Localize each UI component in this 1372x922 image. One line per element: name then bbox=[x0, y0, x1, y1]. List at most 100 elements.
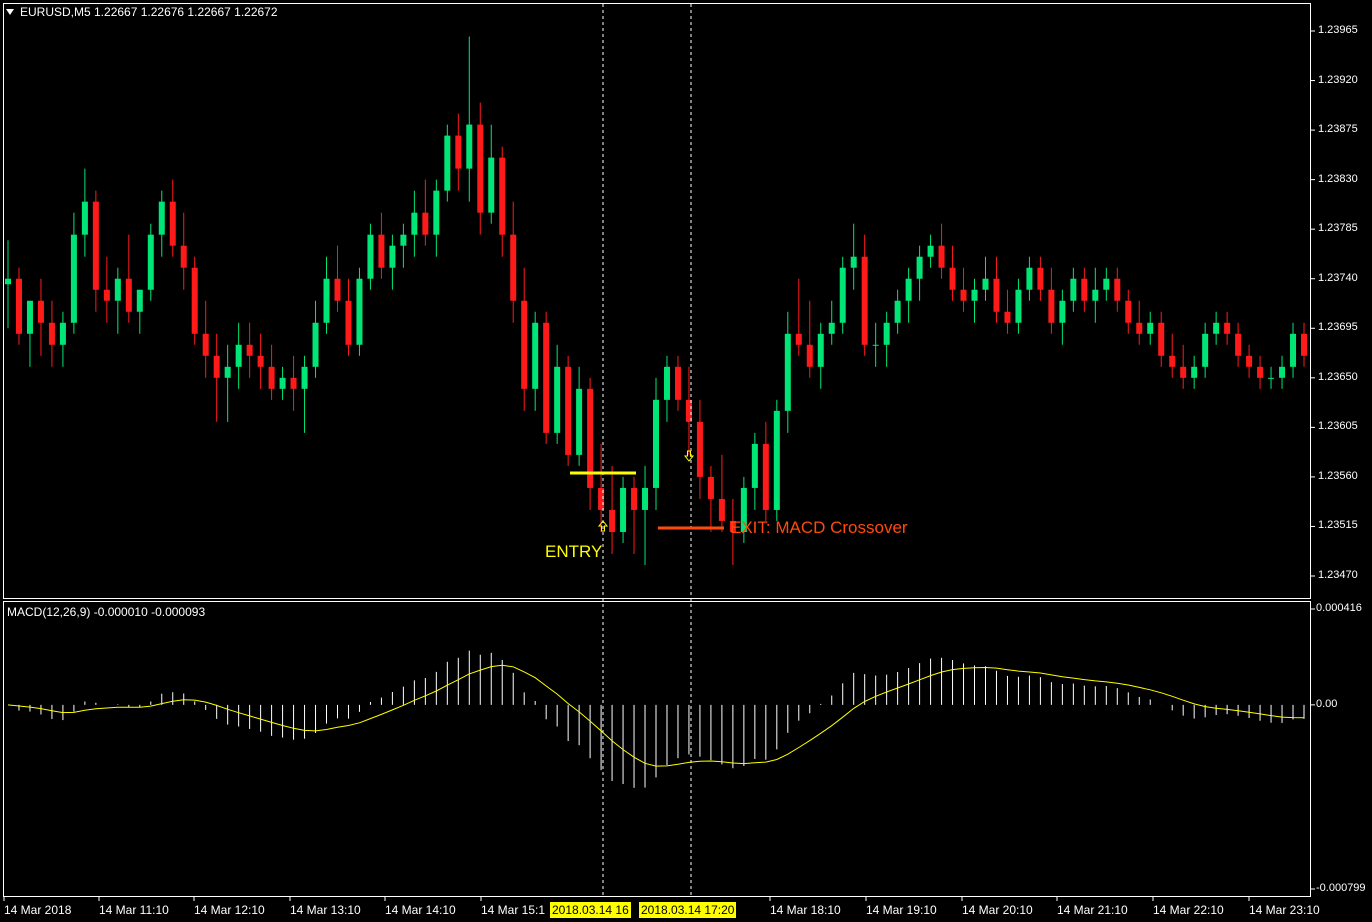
candle-body bbox=[1213, 322, 1220, 334]
candle-body bbox=[411, 212, 418, 235]
candle-body bbox=[707, 476, 714, 499]
candle-body bbox=[345, 300, 352, 345]
candle-body bbox=[532, 322, 539, 389]
candle-body bbox=[806, 344, 813, 367]
price-tick-label: 1.23740 bbox=[1318, 271, 1358, 284]
candle-body bbox=[246, 344, 253, 356]
price-tick-label: 1.23560 bbox=[1318, 469, 1358, 482]
candle-body bbox=[290, 377, 297, 389]
time-tick-label: 14 Mar 14:10 bbox=[385, 903, 456, 917]
candle-body bbox=[642, 487, 649, 510]
candle-body bbox=[356, 278, 363, 345]
candle-body bbox=[48, 322, 55, 345]
candle-body bbox=[191, 267, 198, 334]
candle-body bbox=[1235, 333, 1242, 356]
time-tick-label: 14 Mar 23:10 bbox=[1249, 903, 1320, 917]
candle-body bbox=[125, 278, 132, 312]
macd-title: MACD(12,26,9) -0.000010 -0.000093 bbox=[7, 605, 206, 619]
time-tick-label: 14 Mar 12:10 bbox=[194, 903, 265, 917]
candle-body bbox=[235, 344, 242, 367]
candle-body bbox=[455, 135, 462, 169]
time-tick-label: 14 Mar 20:10 bbox=[962, 903, 1033, 917]
candle-body bbox=[114, 278, 121, 301]
candle-body bbox=[268, 366, 275, 389]
candle-body bbox=[817, 333, 824, 367]
price-tick-label: 1.23470 bbox=[1318, 569, 1358, 581]
candle-body bbox=[993, 278, 1000, 312]
candle-body bbox=[663, 366, 670, 400]
candle-body bbox=[905, 278, 912, 301]
candle-body bbox=[1070, 278, 1077, 301]
time-tick-label: 14 Mar 15:1 bbox=[481, 903, 546, 917]
candle-body bbox=[1114, 278, 1121, 301]
candle-body bbox=[872, 344, 879, 346]
candle-body bbox=[433, 190, 440, 235]
candle-body bbox=[444, 135, 451, 191]
price-tick-label: 1.23875 bbox=[1318, 123, 1358, 136]
candle-body bbox=[37, 300, 44, 323]
candle-body bbox=[1268, 377, 1275, 379]
entry-label: ENTRY bbox=[545, 542, 603, 561]
candle-body bbox=[1136, 322, 1143, 334]
candle-body bbox=[696, 421, 703, 477]
candle-body bbox=[136, 289, 143, 312]
price-tick-label: 1.23785 bbox=[1318, 222, 1358, 235]
candle-body bbox=[938, 245, 945, 268]
candle-body bbox=[26, 300, 33, 334]
candle-body bbox=[103, 289, 110, 301]
candle-body bbox=[180, 245, 187, 268]
dropdown-triangle-icon[interactable] bbox=[6, 9, 14, 15]
candle-body bbox=[631, 487, 638, 510]
candle-body bbox=[5, 278, 11, 285]
candle-body bbox=[576, 388, 583, 455]
candle-body bbox=[850, 256, 857, 268]
candle-body bbox=[674, 366, 681, 400]
time-tick-label: 14 Mar 21:10 bbox=[1057, 903, 1128, 917]
candle-body bbox=[543, 322, 550, 433]
time-tick-label: 14 Mar 2018 bbox=[4, 903, 72, 917]
candle-body bbox=[927, 245, 934, 257]
candle-body bbox=[477, 124, 484, 213]
candle-body bbox=[554, 366, 561, 433]
candle-body bbox=[1004, 311, 1011, 323]
candle-body bbox=[762, 443, 769, 510]
candle-body bbox=[916, 256, 923, 279]
candle-body bbox=[323, 278, 330, 323]
candle-body bbox=[301, 366, 308, 389]
candle-body bbox=[257, 355, 264, 367]
candle-body bbox=[960, 289, 967, 301]
candle-body bbox=[971, 289, 978, 301]
candle-body bbox=[1125, 300, 1132, 323]
candle-body bbox=[784, 333, 791, 411]
candle-body bbox=[499, 157, 506, 235]
candle-body bbox=[894, 300, 901, 323]
time-tick-label: 14 Mar 13:10 bbox=[290, 903, 361, 917]
candle-body bbox=[828, 322, 835, 334]
candle-body bbox=[1092, 289, 1099, 301]
candle-body bbox=[312, 322, 319, 367]
candle-body bbox=[389, 245, 396, 268]
candle-body bbox=[861, 256, 868, 345]
candle-body bbox=[653, 399, 659, 488]
candle-body bbox=[488, 157, 495, 213]
candle-body bbox=[565, 366, 572, 455]
candle-body bbox=[147, 234, 154, 290]
candle-body bbox=[422, 212, 429, 235]
candle-body bbox=[1037, 267, 1044, 290]
candle-body bbox=[521, 300, 528, 389]
time-tick-label: 14 Mar 18:10 bbox=[770, 903, 841, 917]
price-tick-label: 1.23965 bbox=[1318, 24, 1358, 36]
exit-label: EXIT: MACD Crossover bbox=[730, 518, 908, 537]
candle-body bbox=[609, 509, 616, 532]
candle-body bbox=[839, 267, 846, 323]
price-chart[interactable] bbox=[0, 0, 1372, 922]
candle-body bbox=[400, 234, 407, 246]
candle-body bbox=[1103, 278, 1110, 290]
candle-body bbox=[334, 278, 341, 301]
candle-body bbox=[883, 322, 890, 345]
candle-body bbox=[510, 234, 517, 301]
candle-body bbox=[378, 234, 385, 268]
time-tick-label: 14 Mar 22:10 bbox=[1153, 903, 1224, 917]
price-tick-label: 1.23515 bbox=[1318, 519, 1358, 532]
candle-body bbox=[1224, 322, 1231, 334]
